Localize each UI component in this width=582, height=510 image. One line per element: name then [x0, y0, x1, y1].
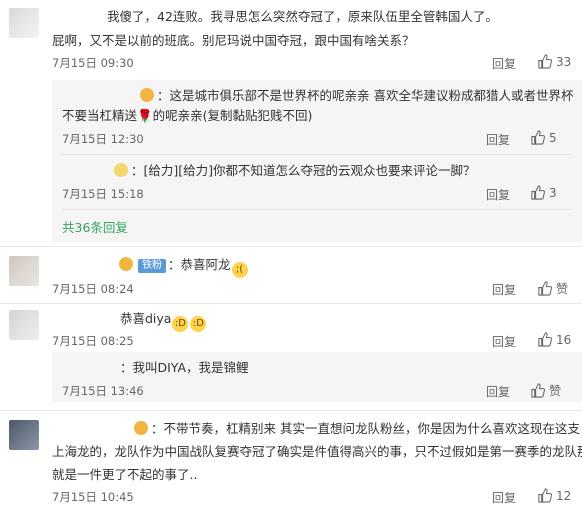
reply-button[interactable]: 回复: [486, 383, 510, 400]
comment-time: 7月15日 08:24: [52, 282, 134, 296]
fan-badge: 铁粉: [138, 259, 166, 273]
comment-text-line: 屁啊，又不是以前的班底。别尼玛说中国夺冠，跟中国有啥关系？: [52, 33, 415, 48]
comment-time: 7月15日 15:18: [62, 187, 144, 201]
reply-button[interactable]: 回复: [492, 333, 516, 350]
avatar[interactable]: [9, 256, 39, 286]
like-count: 3: [549, 185, 557, 200]
comment-time: 7月15日 09:30: [52, 56, 134, 70]
like-count: 赞: [549, 384, 562, 398]
avatar[interactable]: [9, 310, 39, 340]
thumbs-up-icon: [538, 54, 552, 69]
sub-reply-text-line: ：[给力][给力]你都不知道怎么夺冠的云观众也要来评论一脚？: [62, 162, 476, 180]
thumbs-up-icon: [531, 185, 545, 200]
sub-reply-text-line: ：我叫DIYA，我是锦鲤: [120, 360, 249, 375]
user-badge-icon: [114, 163, 128, 177]
divider: [0, 246, 582, 247]
like-button[interactable]: 16: [537, 332, 571, 347]
comment-time: 7月15日 13:46: [62, 384, 144, 398]
thumbs-up-icon: [531, 130, 545, 145]
sub-reply-text-line: ：这是城市俱乐部不是世界杯的呢亲亲 喜欢全华建议粉成都猎人或者世界杯: [62, 87, 573, 105]
comment-text-line: 恭喜diya:D:D: [120, 310, 207, 332]
like-count: 赞: [556, 282, 569, 296]
sub-reply-text-line: 不要当杠精送🌹的呢亲亲(复制黏贴犯贱不回): [62, 108, 313, 123]
thumbs-up-icon: [531, 383, 545, 398]
like-count: 33: [556, 54, 572, 69]
like-button[interactable]: 12: [537, 488, 571, 503]
grin-emoji-icon: :D: [190, 316, 207, 332]
divider: [62, 209, 572, 210]
like-button[interactable]: 33: [537, 54, 571, 69]
comment-time: 7月15日 08:25: [52, 334, 134, 348]
divider: [0, 410, 582, 411]
comment-text-line: 上海龙的，龙队作为中国战队复赛夺冠了确实是件值得高兴的事，只不过假如是第一赛季的…: [52, 444, 582, 459]
crying-emoji-icon: ;(: [231, 262, 248, 278]
like-button[interactable]: 赞: [537, 280, 568, 297]
comment-text-line: 我傻了，42连败。我寻思怎么突然夺冠了，原来队伍里全管韩国人了。: [107, 9, 498, 24]
like-count: 16: [556, 332, 572, 347]
thumbs-up-icon: [538, 332, 552, 347]
user-badge-icon: [119, 257, 133, 271]
grin-emoji-icon: :D: [172, 316, 189, 332]
reply-button[interactable]: 回复: [486, 131, 510, 148]
comment-text-line: ：不带节奏，杠精别来 其实一直想问龙队粉丝，你是因为什么喜欢这现在这支: [60, 420, 580, 438]
thumbs-up-icon: [538, 488, 552, 503]
comment-text-line: 就是一件更了不起的事了..: [52, 467, 198, 482]
divider: [62, 154, 572, 155]
comment-time: 7月15日 12:30: [62, 132, 144, 146]
user-badge-icon: [134, 421, 148, 435]
reply-button[interactable]: 回复: [492, 55, 516, 72]
comment-time: 7月15日 10:45: [52, 490, 134, 504]
like-count: 12: [556, 488, 572, 503]
comment-text-line: 铁粉 ：恭喜阿龙 ;(: [105, 256, 249, 278]
user-badge-icon: [140, 88, 154, 102]
reply-button[interactable]: 回复: [492, 489, 516, 506]
reply-button[interactable]: 回复: [486, 186, 510, 203]
like-count: 5: [549, 130, 557, 145]
avatar[interactable]: [9, 420, 39, 450]
like-button[interactable]: 5: [530, 130, 557, 145]
reply-button[interactable]: 回复: [492, 281, 516, 298]
divider: [0, 303, 582, 304]
like-button[interactable]: 3: [530, 185, 557, 200]
thumbs-up-icon: [538, 281, 552, 296]
avatar[interactable]: [9, 8, 39, 38]
like-button[interactable]: 赞: [530, 382, 561, 399]
more-replies-link[interactable]: 共36条回复: [62, 217, 128, 236]
